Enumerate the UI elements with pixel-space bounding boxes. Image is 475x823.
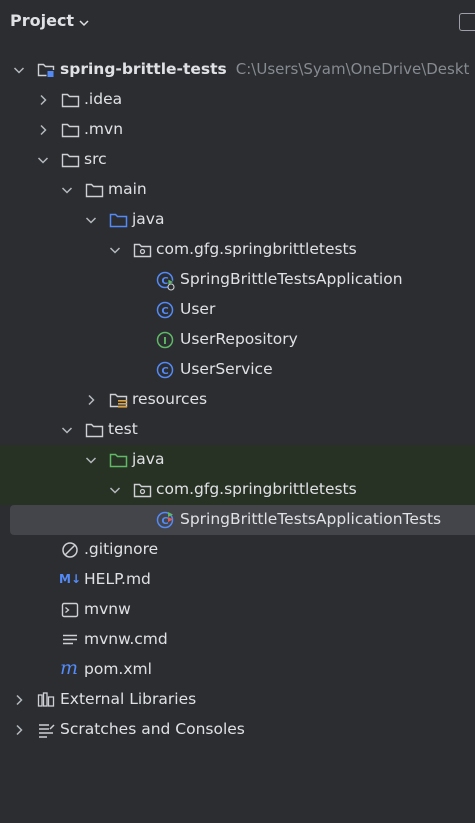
svg-text:C: C: [161, 516, 168, 527]
tree-item-label: External Libraries: [60, 690, 197, 708]
tree-item-label: HELP.md: [84, 570, 151, 588]
tree-item-label: src: [84, 150, 107, 168]
folder-icon: [61, 151, 80, 169]
chevron-right-icon[interactable]: [12, 723, 26, 737]
ignore-file-icon: [61, 541, 79, 559]
package-icon: [133, 241, 152, 259]
tree-item-label: java: [132, 450, 165, 468]
svg-text:C: C: [161, 276, 168, 287]
resources-folder-icon: [109, 391, 128, 409]
folder-icon: [61, 121, 80, 139]
tree-item-label: mvnw.cmd: [84, 630, 168, 648]
text-file-icon: [61, 631, 79, 649]
tree-item-user-service[interactable]: C UserService: [0, 355, 475, 385]
tree-item-label: Scratches and Consoles: [60, 720, 245, 738]
tree-item-label: User: [180, 300, 216, 318]
tree-item-main[interactable]: main: [0, 175, 475, 205]
tree-item-label: SpringBrittleTestsApplication: [180, 270, 403, 288]
source-folder-icon: [109, 211, 128, 229]
chevron-right-icon[interactable]: [12, 693, 26, 707]
project-tree: spring-brittle-tests C:\Users\Syam\OneDri…: [0, 55, 475, 745]
class-icon: C: [156, 361, 174, 379]
spring-boot-application-class-icon: C: [156, 271, 175, 291]
folder-icon: [61, 91, 80, 109]
tree-item-label: main: [108, 180, 147, 198]
tree-item-user[interactable]: C User: [0, 295, 475, 325]
chevron-down-icon[interactable]: [84, 453, 98, 467]
test-class-icon: C: [156, 511, 174, 529]
tree-item-label: com.gfg.springbrittletests: [156, 240, 357, 258]
tree-item-external-libraries[interactable]: External Libraries: [0, 685, 475, 715]
tree-item-root[interactable]: spring-brittle-tests C:\Users\Syam\OneDri…: [0, 55, 475, 85]
svg-text:I: I: [163, 336, 167, 347]
tree-item-main-package[interactable]: com.gfg.springbrittletests: [0, 235, 475, 265]
tree-item-pom[interactable]: m pom.xml: [0, 655, 475, 685]
tree-item-label: .mvn: [84, 120, 124, 138]
markdown-icon: M↓: [59, 572, 81, 586]
root-project-path: C:\Users\Syam\OneDrive\Deskt: [235, 60, 470, 78]
chevron-down-icon[interactable]: [78, 17, 90, 29]
scratches-icon: [37, 721, 55, 739]
tree-item-idea[interactable]: .idea: [0, 85, 475, 115]
tree-item-label: mvnw: [84, 600, 131, 618]
interface-icon: I: [156, 331, 174, 349]
tree-item-label: .idea: [84, 90, 123, 108]
maven-icon: m: [60, 657, 79, 679]
test-source-folder-icon: [109, 451, 128, 469]
tree-item-test-java[interactable]: java: [0, 445, 475, 475]
tree-item-test-package[interactable]: com.gfg.springbrittletests: [0, 475, 475, 505]
shell-script-icon: [61, 601, 79, 619]
chevron-down-icon[interactable]: [108, 483, 122, 497]
side-panel-edge-icon[interactable]: [459, 13, 475, 31]
tree-item-main-java[interactable]: java: [0, 205, 475, 235]
tree-item-mvnw-cmd[interactable]: mvnw.cmd: [0, 625, 475, 655]
module-folder-icon: [37, 61, 55, 79]
chevron-down-icon[interactable]: [12, 63, 26, 77]
class-icon: C: [156, 301, 174, 319]
tree-item-label: pom.xml: [84, 660, 152, 678]
tree-item-src[interactable]: src: [0, 145, 475, 175]
chevron-right-icon[interactable]: [36, 93, 50, 107]
project-view-title[interactable]: Project: [10, 11, 74, 30]
tree-item-scratches[interactable]: Scratches and Consoles: [0, 715, 475, 745]
tree-item-mvn[interactable]: .mvn: [0, 115, 475, 145]
folder-icon: [85, 181, 104, 199]
chevron-down-icon[interactable]: [36, 153, 50, 167]
chevron-down-icon[interactable]: [60, 183, 74, 197]
chevron-down-icon[interactable]: [60, 423, 74, 437]
tree-item-resources[interactable]: resources: [0, 385, 475, 415]
package-icon: [133, 481, 152, 499]
tree-item-test-class[interactable]: C SpringBrittleTestsApplicationTests: [0, 505, 475, 535]
tree-item-gitignore[interactable]: .gitignore: [0, 535, 475, 565]
tree-item-label: UserRepository: [180, 330, 298, 348]
tree-item-label: resources: [132, 390, 208, 408]
svg-text:C: C: [161, 366, 168, 377]
chevron-down-icon[interactable]: [108, 243, 122, 257]
root-project-label: spring-brittle-tests: [60, 60, 227, 78]
tree-item-user-repository[interactable]: I UserRepository: [0, 325, 475, 355]
tree-item-label: UserService: [180, 360, 273, 378]
tree-item-app-class[interactable]: C SpringBrittleTestsApplication: [0, 265, 475, 295]
chevron-right-icon[interactable]: [84, 393, 98, 407]
project-panel-header: Project: [0, 0, 475, 46]
tree-item-help-md[interactable]: M↓ HELP.md: [0, 565, 475, 595]
folder-icon: [85, 421, 104, 439]
tree-item-test[interactable]: test: [0, 415, 475, 445]
svg-text:C: C: [161, 306, 168, 317]
tree-item-mvnw[interactable]: mvnw: [0, 595, 475, 625]
tree-item-label: java: [132, 210, 165, 228]
tree-item-label: test: [108, 420, 138, 438]
chevron-right-icon[interactable]: [36, 123, 50, 137]
tree-item-label: .gitignore: [84, 540, 159, 558]
library-icon: [37, 691, 55, 709]
tree-item-label: com.gfg.springbrittletests: [156, 480, 357, 498]
tree-item-label: SpringBrittleTestsApplicationTests: [180, 510, 442, 528]
chevron-down-icon[interactable]: [84, 213, 98, 227]
